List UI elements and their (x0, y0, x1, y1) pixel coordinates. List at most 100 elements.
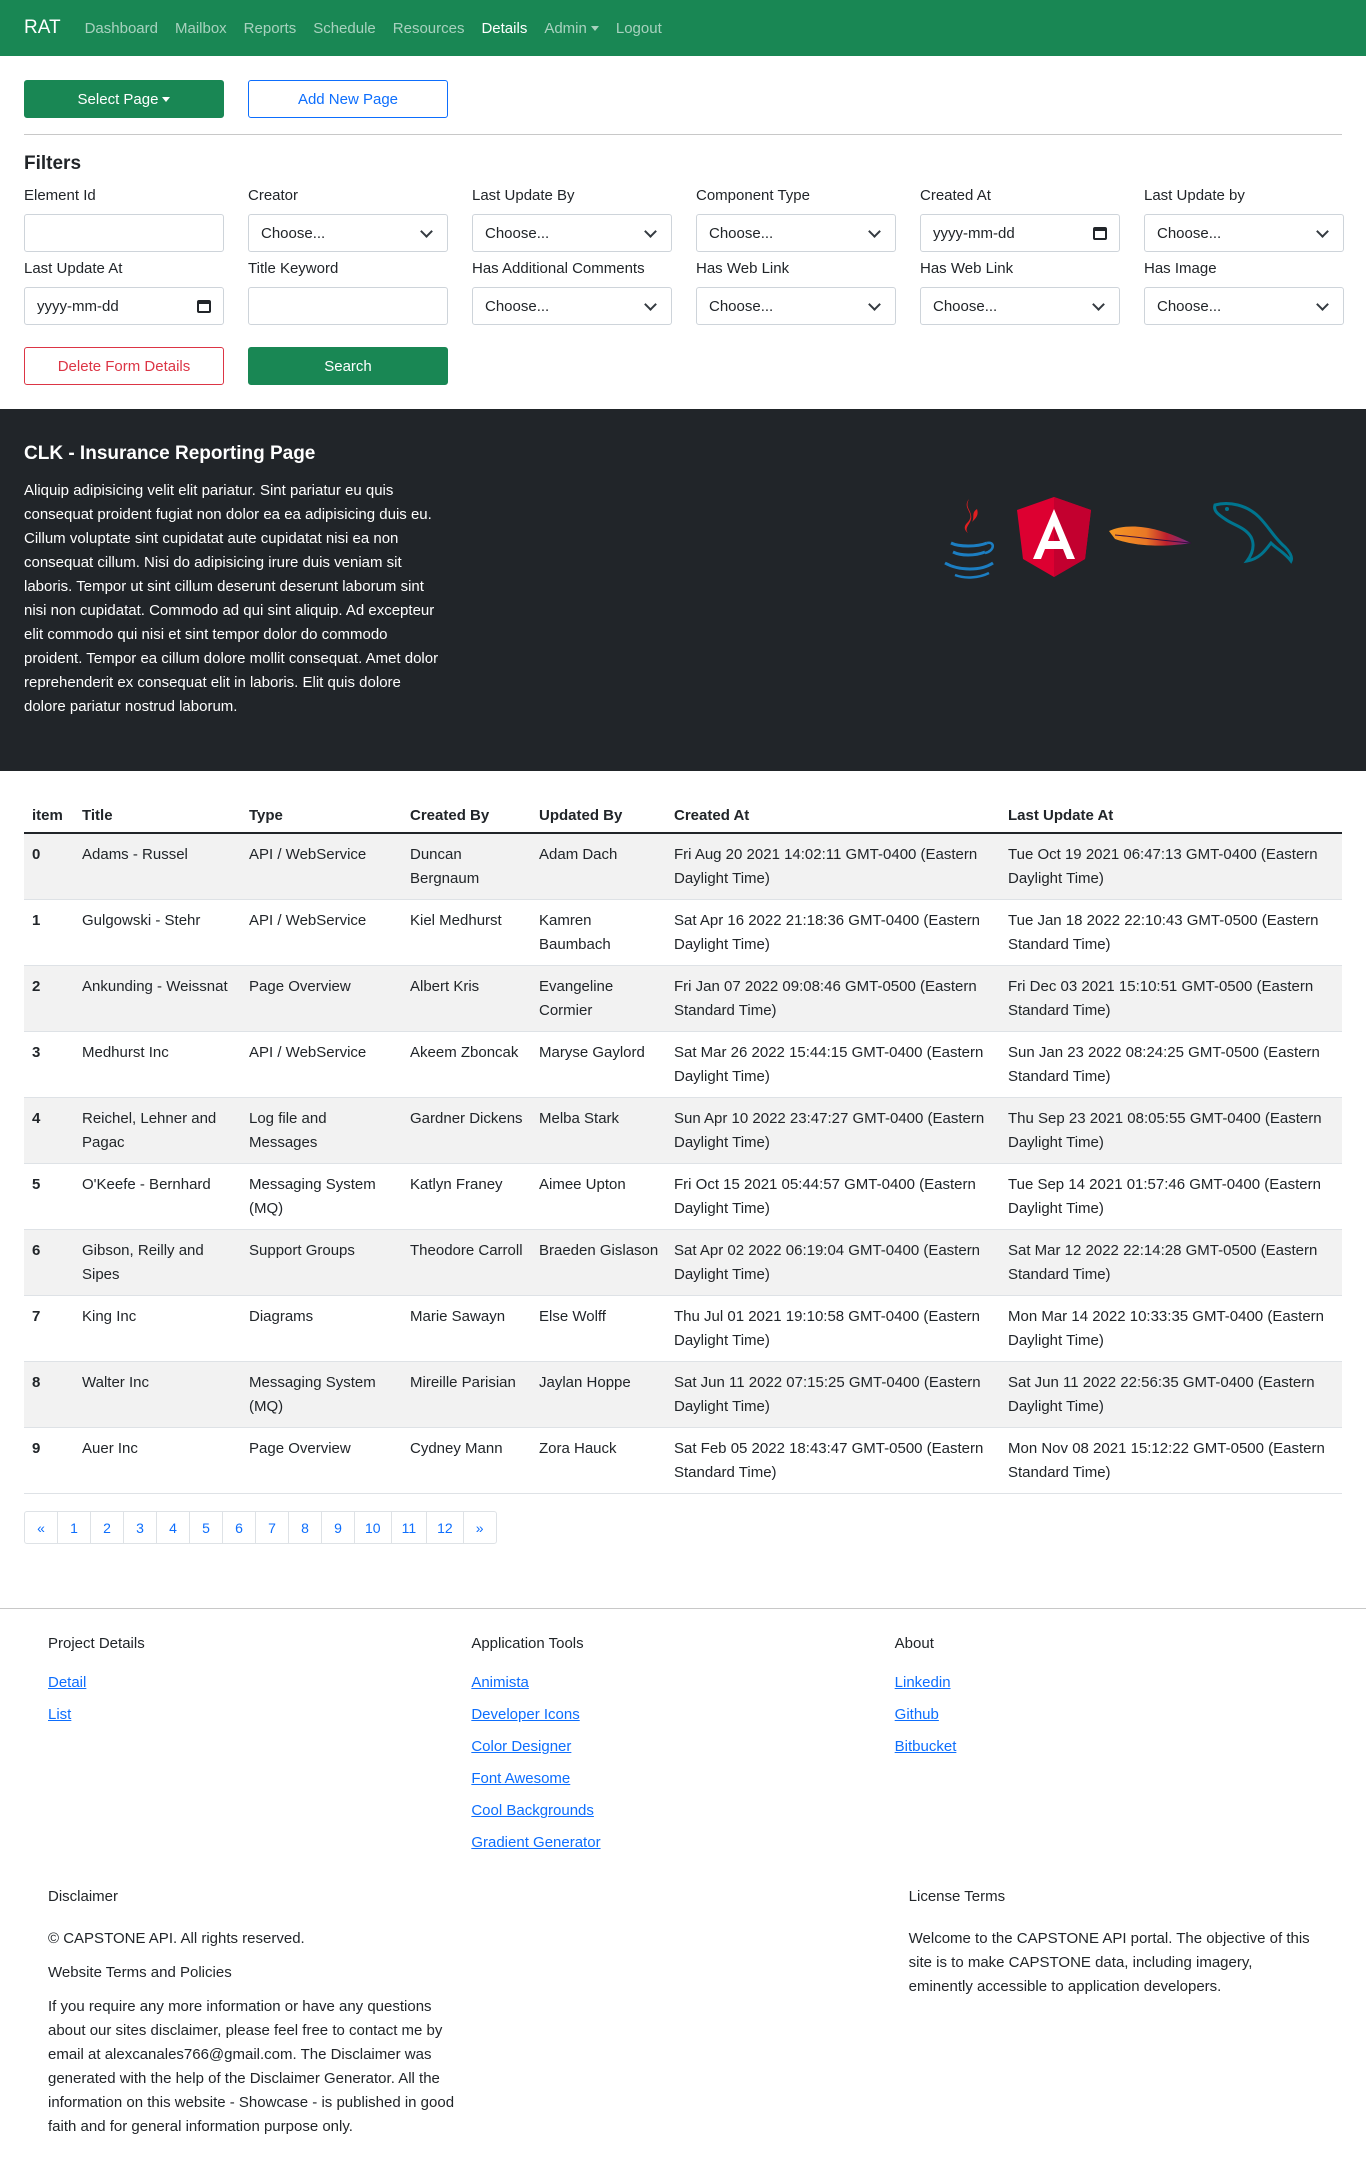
filter-label: Last Update At (24, 260, 123, 277)
component-type-select[interactable]: Choose... (696, 214, 896, 252)
table-row[interactable]: 5 O'Keefe - Bernhard Messaging System (M… (24, 1163, 1342, 1230)
table-row[interactable]: 8 Walter Inc Messaging System (MQ) Mirei… (24, 1361, 1342, 1428)
footer-disclaimer: Disclaimer © CAPSTONE API. All rights re… (48, 1888, 909, 2149)
has-additional-comments-select[interactable]: Choose... (472, 287, 672, 325)
column-header[interactable]: Type (241, 805, 402, 834)
table-row[interactable]: 4 Reichel, Lehner and Pagac Log file and… (24, 1097, 1342, 1164)
page-next[interactable]: » (462, 1511, 497, 1544)
column-header[interactable]: Updated By (531, 805, 666, 834)
page-prev[interactable]: « (24, 1511, 58, 1544)
type-cell: API / WebService (241, 833, 402, 900)
footer-link-gradient-generator[interactable]: Gradient Generator (471, 1834, 894, 1852)
terms-text: Website Terms and Policies (48, 1964, 232, 1981)
column-header[interactable]: Created By (402, 805, 531, 834)
creator-select[interactable]: Choose... (248, 214, 448, 252)
pagination: « 1 2 3 4 5 6 7 8 9 10 11 12 » (24, 1511, 1342, 1544)
nav-schedule[interactable]: Schedule (313, 20, 376, 37)
table-row[interactable]: 2 Ankunding - Weissnat Page Overview Alb… (24, 965, 1342, 1032)
table-row[interactable]: 0 Adams - Russel API / WebService Duncan… (24, 833, 1342, 900)
created-at-cell: Sat Apr 02 2022 06:19:04 GMT-0400 (Easte… (666, 1229, 1000, 1296)
license-heading: License Terms (908, 1888, 1006, 1905)
brand-logo[interactable]: RAT (24, 17, 61, 39)
footer-link-font-awesome[interactable]: Font Awesome (471, 1770, 894, 1788)
filter-label: Element Id (24, 187, 96, 204)
table-row[interactable]: 3 Medhurst Inc API / WebService Akeem Zb… (24, 1031, 1342, 1098)
select-value: Choose... (1157, 297, 1222, 315)
page-info-panel: CLK - Insurance Reporting Page Aliquip a… (0, 409, 1366, 771)
page-3[interactable]: 3 (123, 1511, 157, 1544)
last-update-by-select[interactable]: Choose... (472, 214, 672, 252)
java-icon (944, 499, 994, 579)
footer-link-color-designer[interactable]: Color Designer (471, 1738, 894, 1756)
last-update-at-cell: Sat Mar 12 2022 22:14:28 GMT-0500 (Easte… (1000, 1229, 1342, 1296)
last-update-by-2-select[interactable]: Choose... (1144, 214, 1344, 252)
has-web-link-select[interactable]: Choose... (696, 287, 896, 325)
column-header[interactable]: Title (74, 805, 241, 834)
table-row[interactable]: 1 Gulgowski - Stehr API / WebService Kie… (24, 899, 1342, 966)
footer-link-animista[interactable]: Animista (471, 1674, 894, 1692)
nav-mailbox[interactable]: Mailbox (175, 20, 227, 37)
created-at-cell: Sat Jun 11 2022 07:15:25 GMT-0400 (Easte… (666, 1361, 1000, 1428)
page-11[interactable]: 11 (390, 1511, 428, 1544)
footer-link-github[interactable]: Github (895, 1706, 1318, 1724)
item-cell: 4 (24, 1097, 74, 1164)
filters-grid: Element Id Creator Choose... Last Update… (24, 187, 1344, 325)
type-cell: API / WebService (241, 899, 402, 966)
nav-resources[interactable]: Resources (393, 20, 465, 37)
footer-link-developer-icons[interactable]: Developer Icons (471, 1706, 894, 1724)
column-header[interactable]: item (24, 805, 74, 834)
nav-admin-dropdown[interactable]: Admin (544, 20, 599, 37)
page-8[interactable]: 8 (288, 1511, 322, 1544)
footer-link-cool-backgrounds[interactable]: Cool Backgrounds (471, 1802, 894, 1820)
disclaimer-body: If you require any more information or h… (48, 1998, 455, 2135)
page-5[interactable]: 5 (189, 1511, 223, 1544)
updated-by-cell: Adam Dach (531, 833, 666, 900)
title-keyword-input[interactable] (248, 287, 448, 325)
nav-dashboard[interactable]: Dashboard (85, 20, 158, 37)
last-update-at-date-input[interactable]: yyyy-mm-dd (24, 287, 224, 325)
footer-link-detail[interactable]: Detail (48, 1674, 471, 1692)
column-header[interactable]: Last Update At (1000, 805, 1342, 834)
nav-logout[interactable]: Logout (616, 20, 662, 37)
delete-form-details-button[interactable]: Delete Form Details (24, 347, 224, 385)
select-value: Choose... (485, 224, 550, 242)
column-header[interactable]: Created At (666, 805, 1000, 834)
page-7[interactable]: 7 (255, 1511, 289, 1544)
footer-project-details: Project Details Detail List (48, 1635, 471, 1866)
footer-link-bitbucket[interactable]: Bitbucket (895, 1738, 1318, 1756)
filter-has-image: Has Image Choose... (1144, 260, 1344, 325)
footer-link-list[interactable]: List (48, 1706, 471, 1724)
created-by-cell: Mireille Parisian (402, 1361, 531, 1428)
page-2[interactable]: 2 (90, 1511, 124, 1544)
footer-link-linkedin[interactable]: Linkedin (895, 1674, 1318, 1692)
add-new-page-button[interactable]: Add New Page (248, 80, 448, 118)
select-page-button[interactable]: Select Page (24, 80, 224, 118)
page-6[interactable]: 6 (222, 1511, 256, 1544)
table-row[interactable]: 9 Auer Inc Page Overview Cydney Mann Zor… (24, 1427, 1342, 1494)
created-at-cell: Thu Jul 01 2021 19:10:58 GMT-0400 (Easte… (666, 1295, 1000, 1362)
nav-details[interactable]: Details (481, 20, 527, 37)
calendar-icon[interactable] (197, 299, 211, 313)
filter-creator: Creator Choose... (248, 187, 448, 252)
chevron-down-icon (644, 297, 657, 311)
updated-by-cell: Braeden Gislason (531, 1229, 666, 1296)
calendar-icon[interactable] (1093, 226, 1107, 240)
has-web-link-2-select[interactable]: Choose... (920, 287, 1120, 325)
filter-label: Last Update By (472, 187, 575, 204)
page-9[interactable]: 9 (321, 1511, 355, 1544)
filter-has-web-link: Has Web Link Choose... (696, 260, 896, 325)
element-id-input[interactable] (24, 214, 224, 252)
page-12[interactable]: 12 (426, 1511, 464, 1544)
has-image-select[interactable]: Choose... (1144, 287, 1344, 325)
created-at-cell: Fri Aug 20 2021 14:02:11 GMT-0400 (Easte… (666, 833, 1000, 900)
table-row[interactable]: 7 King Inc Diagrams Marie Sawayn Else Wo… (24, 1295, 1342, 1362)
page-4[interactable]: 4 (156, 1511, 190, 1544)
page-10[interactable]: 10 (354, 1511, 392, 1544)
updated-by-cell: Evangeline Cormier (531, 965, 666, 1032)
date-value: yyyy-mm-dd (933, 224, 1015, 242)
page-1[interactable]: 1 (57, 1511, 91, 1544)
search-button[interactable]: Search (248, 347, 448, 385)
nav-reports[interactable]: Reports (244, 20, 297, 37)
table-row[interactable]: 6 Gibson, Reilly and Sipes Support Group… (24, 1229, 1342, 1296)
created-at-date-input[interactable]: yyyy-mm-dd (920, 214, 1120, 252)
